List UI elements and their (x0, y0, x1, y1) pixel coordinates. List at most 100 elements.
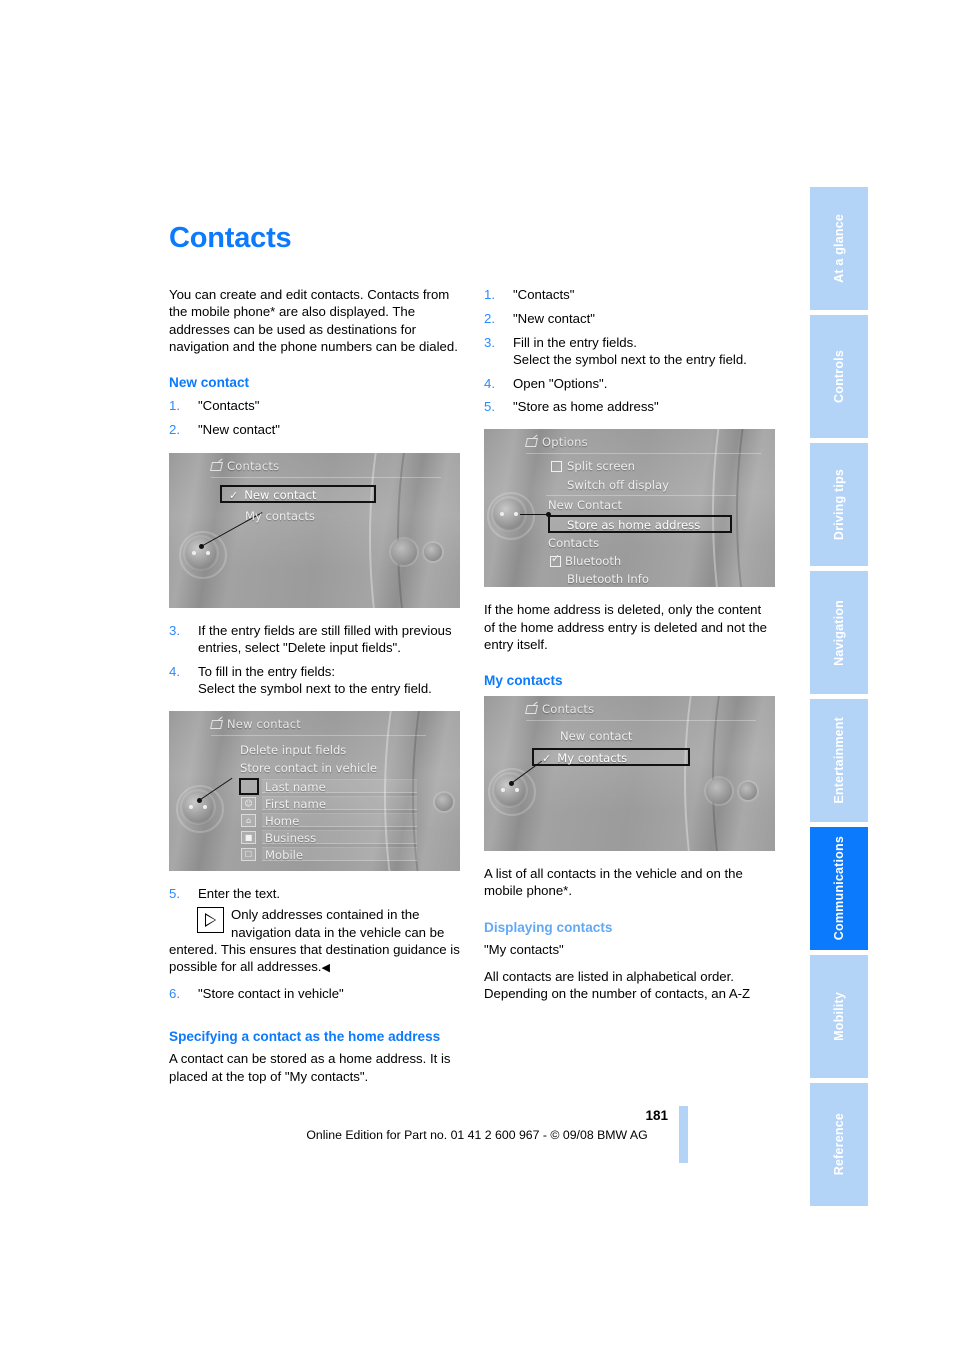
heading-specifying-home-address: Specifying a contact as the home address (169, 1029, 441, 1045)
idrive-menu-item-new-contact[interactable]: New contact (560, 729, 632, 743)
step-number: 1. (484, 287, 495, 302)
list-item: 1. "Contacts" (484, 286, 775, 303)
idrive-controller-knob (495, 775, 525, 806)
steps-new-contact-d: 6. "Store contact in vehicle" (169, 985, 460, 1002)
after-options-paragraph: If the home address is deleted, only the… (484, 602, 767, 652)
note-block: Only addresses contained in the navigati… (169, 906, 460, 977)
step-number: 6. (169, 986, 180, 1002)
step-text: "Store as home address" (513, 399, 659, 415)
heading-new-contact: New contact (169, 375, 250, 391)
idrive-screenshot-contacts-new: Contacts New contact My contacts (169, 452, 460, 608)
sidebar-item-communications[interactable]: Communications (810, 827, 868, 950)
idrive-menu-item-store-as-home-address[interactable]: Store as home address (567, 518, 700, 532)
sidebar-item-reference[interactable]: Reference (810, 1083, 868, 1206)
idrive-field-home[interactable]: Home (265, 814, 299, 828)
idrive-menu-item-new-contact[interactable]: New contact (229, 488, 316, 502)
step-text: "Store contact in vehicle" (198, 986, 344, 1002)
page-title: Contacts (169, 222, 292, 254)
sidebar-item-label: Mobility (832, 992, 846, 1041)
right-column: 1. "Contacts" 2. "New contact" 3. Fill i… (484, 286, 775, 1003)
mobile-icon: ☐ (241, 847, 256, 861)
idrive-screenshot-options-menu: Options Split screen Switch off display … (484, 429, 775, 588)
note-end-marker: ◀ (321, 962, 330, 975)
list-item: 5. Enter the text. (169, 885, 460, 902)
manual-page: At a glance Controls Driving tips Naviga… (0, 0, 954, 1350)
sidebar-item-label: Navigation (832, 599, 846, 666)
idrive-action-delete-input-fields[interactable]: Delete input fields (240, 743, 346, 757)
idrive-right-knob-small (435, 792, 453, 811)
idrive-menu-item-contacts[interactable]: Contacts (548, 536, 599, 550)
sidebar-item-navigation[interactable]: Navigation (810, 571, 868, 694)
idrive-menu-item-my-contacts[interactable]: My contacts (542, 751, 627, 765)
sidebar-item-label: Driving tips (832, 468, 846, 541)
note-text-cont: entered. This ensures that destination g… (169, 941, 460, 975)
step-text: "New contact" (198, 421, 280, 437)
sidebar-item-label: At a glance (832, 214, 846, 283)
idrive-action-store-contact-in-vehicle[interactable]: Store contact in vehicle (240, 761, 377, 775)
list-item: 3. Fill in the entry fields. Select the … (484, 334, 775, 369)
footer-text: Online Edition for Part no. 01 41 2 600 … (306, 1128, 648, 1142)
sidebar-item-label: Reference (832, 1113, 846, 1176)
idrive-field-first-name[interactable]: First name (265, 797, 326, 811)
idrive-menu-item-switch-off-display[interactable]: Switch off display (567, 478, 669, 492)
person-icon: ☺ (241, 796, 256, 810)
home-address-paragraph: A contact can be stored as a home addres… (169, 1051, 451, 1084)
list-item: 3. If the entry fields are still filled … (169, 622, 460, 657)
idrive-selection-box (239, 777, 259, 795)
step-subtext: Select the symbol next to the entry fiel… (513, 351, 747, 367)
step-number: 2. (169, 421, 180, 437)
idrive-field-business[interactable]: Business (265, 831, 316, 845)
sidebar-item-controls[interactable]: Controls (810, 315, 868, 438)
idrive-right-knob-small (424, 542, 442, 561)
idrive-menu-item-bluetooth-info[interactable]: Bluetooth Info (567, 572, 649, 586)
step-text: "Contacts" (198, 398, 260, 414)
note-text: Only addresses contained in the navigati… (231, 907, 445, 940)
list-item: 1. "Contacts" (169, 397, 460, 414)
phone-book-icon (526, 704, 537, 714)
checkbox-split-screen[interactable] (551, 461, 562, 473)
my-contacts-paragraph: A list of all contacts in the vehicle an… (484, 866, 743, 899)
step-number: 2. (484, 310, 495, 326)
idrive-menu-item-split-screen[interactable]: Split screen (567, 459, 635, 473)
sidebar-item-driving-tips[interactable]: Driving tips (810, 443, 868, 566)
steps-new-contact-a: 1. "Contacts" 2. "New contact" (169, 397, 460, 438)
idrive-header: New contact (211, 717, 301, 731)
sidebar-item-entertainment[interactable]: Entertainment (810, 699, 868, 822)
checkbox-bluetooth[interactable] (550, 552, 561, 568)
sidebar-item-label: Communications (832, 836, 846, 941)
idrive-menu-item-my-contacts[interactable]: My contacts (245, 509, 315, 523)
steps-home-address: 1. "Contacts" 2. "New contact" 3. Fill i… (484, 286, 775, 416)
new-contact-icon (211, 719, 222, 729)
home-icon: ⌂ (241, 813, 256, 827)
idrive-right-knob (391, 538, 417, 565)
idrive-right-knob (706, 778, 732, 805)
idrive-screenshot-new-contact-form: New contact Delete input fields Store co… (169, 710, 460, 871)
idrive-field-last-name[interactable]: Last name (265, 780, 326, 794)
step-text: Open "Options". (513, 375, 608, 391)
step-number: 3. (484, 334, 495, 350)
sidebar-item-at-a-glance[interactable]: At a glance (810, 187, 868, 310)
idrive-field-mobile[interactable]: Mobile (265, 848, 303, 862)
idrive-menu-item-new-contact[interactable]: New Contact (548, 498, 622, 512)
step-number: 3. (169, 622, 180, 638)
business-icon: ■ (241, 830, 256, 844)
idrive-controller-knob (186, 537, 216, 568)
idrive-menu-item-bluetooth[interactable]: Bluetooth (565, 554, 621, 568)
section-index-tabs: At a glance Controls Driving tips Naviga… (810, 187, 868, 1206)
step-number: 4. (169, 663, 180, 679)
step-text: "New contact" (513, 310, 595, 326)
idrive-screenshot-contacts-my: Contacts New contact My contacts (484, 696, 775, 852)
step-text: Enter the text. (198, 885, 281, 901)
heading-my-contacts: My contacts (484, 673, 563, 689)
options-icon (526, 437, 537, 447)
step-number: 5. (484, 399, 495, 415)
intro-paragraph: You can create and edit contacts. Contac… (169, 287, 458, 354)
left-column: You can create and edit contacts. Contac… (169, 286, 460, 1085)
displaying-quote: "My contacts" (484, 941, 564, 957)
note-triangle-icon (197, 907, 224, 934)
list-item: 2. "New contact" (169, 421, 460, 438)
idrive-header: Options (526, 435, 588, 449)
sidebar-item-label: Controls (832, 350, 846, 403)
sidebar-item-mobility[interactable]: Mobility (810, 955, 868, 1078)
idrive-right-knob-small (739, 782, 757, 801)
